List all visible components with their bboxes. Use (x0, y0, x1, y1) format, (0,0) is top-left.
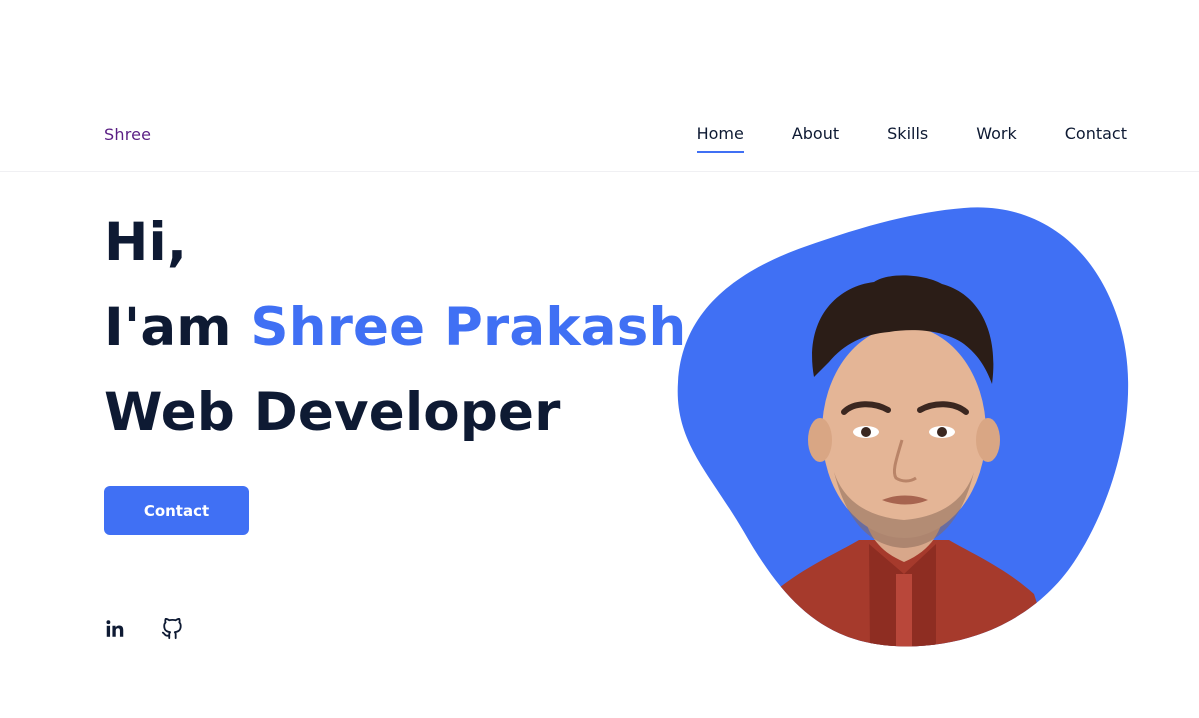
nav-item-about: About (792, 124, 839, 153)
profile-photo (677, 207, 1129, 647)
nav-item-home: Home (696, 124, 745, 153)
nav-item-contact: Contact (1065, 124, 1127, 153)
github-link[interactable] (161, 618, 183, 642)
nav-link-skills[interactable]: Skills (887, 124, 928, 153)
profile-blob (674, 202, 1132, 650)
hero-intro-prefix: I'am (104, 297, 251, 358)
github-icon (161, 618, 182, 640)
hero-text: Hi, I'am Shree Prakash Web Developer (104, 200, 686, 455)
hero-intro: I'am Shree Prakash (104, 285, 686, 370)
hero-greeting: Hi, (104, 212, 188, 273)
social-links (104, 618, 183, 642)
nav-link-work[interactable]: Work (976, 124, 1017, 153)
hero-role: Web Developer (104, 382, 561, 443)
nav-item-skills: Skills (887, 124, 928, 153)
hero-name: Shree Prakash (250, 297, 687, 358)
nav-link-home[interactable]: Home (696, 124, 745, 153)
nav-link-contact[interactable]: Contact (1065, 124, 1127, 153)
linkedin-icon (106, 620, 124, 637)
site-header: Shree Home About Skills Work Contact (0, 0, 1199, 172)
nav-item-work: Work (976, 124, 1017, 153)
portfolio-page: Shree Home About Skills Work Contact Hi,… (0, 0, 1199, 718)
contact-button[interactable]: Contact (104, 486, 249, 535)
linkedin-link[interactable] (104, 618, 126, 642)
nav-link-about[interactable]: About (792, 124, 839, 153)
logo-link[interactable]: Shree (104, 125, 151, 144)
main-nav: Home About Skills Work Contact (696, 124, 1127, 153)
